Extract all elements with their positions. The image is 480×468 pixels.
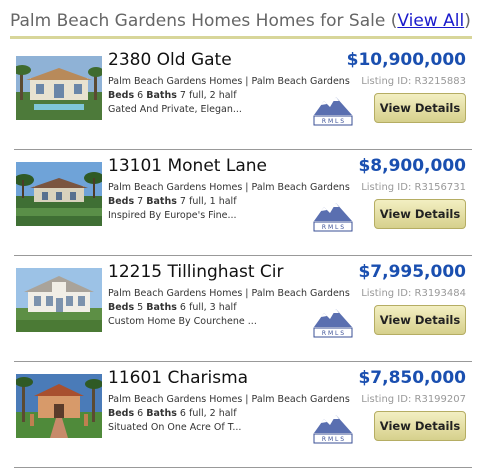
listing-item: 13101 Monet Lane Palm Beach Gardens Home… (14, 150, 472, 256)
listing-price: $8,900,000 (358, 156, 466, 176)
listing-description: Gated And Private, Elegan... (108, 104, 242, 115)
listing-beds-baths: Beds 6 Baths 6 full, 2 half (108, 408, 237, 419)
listing-item: 2380 Old Gate Palm Beach Gardens Homes |… (14, 44, 472, 150)
listing-description: Situated On One Acre Of T... (108, 422, 242, 433)
listing-area: Palm Beach Gardens Homes | Palm Beach Ga… (108, 288, 350, 299)
view-all-link[interactable]: View All (397, 11, 464, 31)
beds-value: 7 (137, 196, 144, 207)
rmls-logo-icon: R M L S (312, 91, 354, 127)
beds-label: Beds (108, 302, 135, 313)
listing-address[interactable]: 13101 Monet Lane (108, 156, 267, 176)
baths-label: Baths (146, 302, 177, 313)
page-header: Palm Beach Gardens Homes Homes for Sale … (10, 8, 472, 39)
view-details-button[interactable]: View Details (374, 93, 466, 123)
beds-value: 5 (137, 302, 144, 313)
property-photo[interactable] (16, 56, 102, 120)
baths-value: 6 full, 2 half (179, 408, 237, 419)
view-details-button[interactable]: View Details (374, 411, 466, 441)
rmls-logo-text: R M L S (322, 330, 344, 337)
baths-value: 6 full, 3 half (179, 302, 237, 313)
baths-label: Baths (146, 408, 177, 419)
view-details-button[interactable]: View Details (374, 305, 466, 335)
page-title: Palm Beach Gardens Homes Homes for Sale … (10, 11, 471, 31)
page-title-text: Palm Beach Gardens Homes Homes for Sale … (10, 11, 398, 31)
listing-id: Listing ID: R3156731 (361, 182, 466, 193)
listing-beds-baths: Beds 6 Baths 7 full, 2 half (108, 90, 237, 101)
page-title-close: ) (464, 11, 471, 31)
listing-beds-baths: Beds 7 Baths 7 full, 1 half (108, 196, 237, 207)
rmls-logo-text: R M L S (322, 118, 344, 125)
listing-price: $7,850,000 (358, 368, 466, 388)
rmls-logo-icon: R M L S (312, 409, 354, 445)
listing-item: 11601 Charisma Palm Beach Gardens Homes … (14, 362, 472, 468)
view-details-button[interactable]: View Details (374, 199, 466, 229)
listing-id: Listing ID: R3193484 (361, 288, 466, 299)
listing-area: Palm Beach Gardens Homes | Palm Beach Ga… (108, 394, 350, 405)
baths-label: Baths (146, 90, 177, 101)
beds-label: Beds (108, 90, 135, 101)
property-photo[interactable] (16, 268, 102, 332)
listing-address[interactable]: 12215 Tillinghast Cir (108, 262, 284, 282)
beds-label: Beds (108, 196, 135, 207)
listing-id: Listing ID: R3215883 (361, 76, 466, 87)
rmls-logo-icon: R M L S (312, 197, 354, 233)
listing-price: $10,900,000 (346, 50, 466, 70)
listing-address[interactable]: 2380 Old Gate (108, 50, 232, 70)
baths-label: Baths (146, 196, 177, 207)
rmls-logo-text: R M L S (322, 224, 344, 231)
listing-item: 12215 Tillinghast Cir Palm Beach Gardens… (14, 256, 472, 362)
beds-value: 6 (137, 408, 144, 419)
rmls-logo-icon: R M L S (312, 303, 354, 339)
listing-description: Inspired By Europe's Fine... (108, 210, 237, 221)
listing-area: Palm Beach Gardens Homes | Palm Beach Ga… (108, 182, 350, 193)
property-photo[interactable] (16, 374, 102, 438)
listing-beds-baths: Beds 5 Baths 6 full, 3 half (108, 302, 237, 313)
listing-price: $7,995,000 (358, 262, 466, 282)
listing-address[interactable]: 11601 Charisma (108, 368, 248, 388)
listing-description: Custom Home By Courchene ... (108, 316, 257, 327)
beds-label: Beds (108, 408, 135, 419)
listing-id: Listing ID: R3199207 (361, 394, 466, 405)
baths-value: 7 full, 1 half (179, 196, 237, 207)
listing-area: Palm Beach Gardens Homes | Palm Beach Ga… (108, 76, 350, 87)
beds-value: 6 (137, 90, 144, 101)
property-photo[interactable] (16, 162, 102, 226)
rmls-logo-text: R M L S (322, 436, 344, 443)
baths-value: 7 full, 2 half (179, 90, 237, 101)
